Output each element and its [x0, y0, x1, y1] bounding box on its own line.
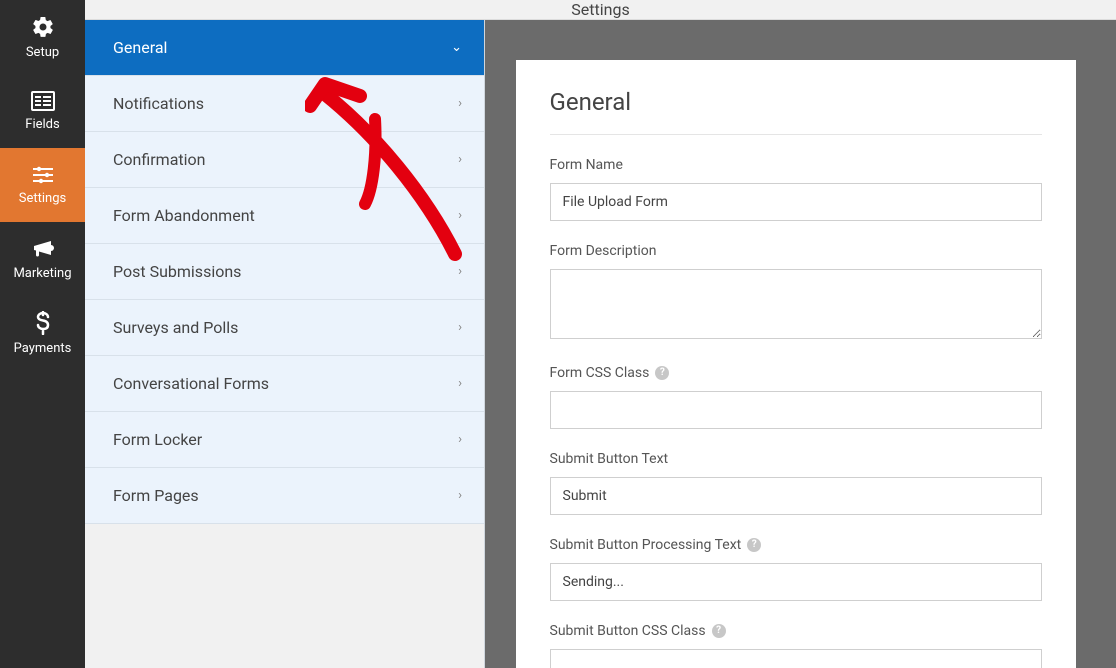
- help-icon[interactable]: ?: [747, 538, 761, 552]
- rail-item-settings[interactable]: Settings: [0, 148, 85, 222]
- submit-css-label: Submit Button CSS Class: [550, 623, 706, 639]
- settings-sidebar: General ⌄ Notifications › Confirmation ›…: [85, 20, 485, 668]
- sidebar-filler: [85, 524, 484, 668]
- form-description-textarea[interactable]: [550, 269, 1042, 339]
- field-form-name: Form Name: [550, 157, 1042, 221]
- bullhorn-icon: [31, 238, 55, 260]
- settings-item-form-pages[interactable]: Form Pages ›: [85, 468, 484, 524]
- rail-item-label: Fields: [25, 117, 59, 132]
- field-form-description: Form Description: [550, 243, 1042, 343]
- rail-item-label: Payments: [14, 341, 72, 356]
- rail-item-marketing[interactable]: Marketing: [0, 222, 85, 296]
- settings-panel: General Form Name Form Description Form …: [516, 60, 1076, 668]
- field-form-css: Form CSS Class ?: [550, 365, 1042, 429]
- submit-text-label: Submit Button Text: [550, 451, 1042, 467]
- submit-css-input[interactable]: [550, 649, 1042, 668]
- chevron-right-icon: ›: [458, 264, 462, 279]
- form-name-label: Form Name: [550, 157, 1042, 173]
- sliders-icon: [31, 165, 55, 185]
- settings-item-surveys[interactable]: Surveys and Polls ›: [85, 300, 484, 356]
- help-icon[interactable]: ?: [712, 624, 726, 638]
- body: General ⌄ Notifications › Confirmation ›…: [85, 20, 1116, 668]
- page-title: Settings: [571, 0, 629, 19]
- settings-item-label: Form Pages: [113, 486, 199, 505]
- field-submit-css: Submit Button CSS Class ?: [550, 623, 1042, 668]
- settings-item-form-locker[interactable]: Form Locker ›: [85, 412, 484, 468]
- settings-item-label: Conversational Forms: [113, 374, 269, 393]
- chevron-down-icon: ⌄: [451, 40, 462, 55]
- left-rail: Setup Fields Settings Marketing Payments: [0, 0, 85, 668]
- settings-item-label: Form Locker: [113, 430, 202, 449]
- settings-item-label: Notifications: [113, 94, 204, 113]
- panel-area: General Form Name Form Description Form …: [485, 20, 1116, 668]
- rail-item-fields[interactable]: Fields: [0, 74, 85, 148]
- chevron-right-icon: ›: [458, 376, 462, 391]
- field-submit-processing: Submit Button Processing Text ?: [550, 537, 1042, 601]
- settings-item-notifications[interactable]: Notifications ›: [85, 76, 484, 132]
- chevron-right-icon: ›: [458, 432, 462, 447]
- settings-item-label: Form Abandonment: [113, 206, 255, 225]
- settings-item-confirmation[interactable]: Confirmation ›: [85, 132, 484, 188]
- settings-item-label: General: [113, 38, 167, 57]
- rail-item-payments[interactable]: Payments: [0, 296, 85, 370]
- settings-item-label: Confirmation: [113, 150, 205, 169]
- rail-item-label: Setup: [26, 45, 59, 60]
- form-css-input[interactable]: [550, 391, 1042, 429]
- chevron-right-icon: ›: [458, 488, 462, 503]
- rail-item-setup[interactable]: Setup: [0, 0, 85, 74]
- chevron-right-icon: ›: [458, 96, 462, 111]
- page-header: Settings: [85, 0, 1116, 20]
- fields-icon: [31, 91, 55, 111]
- dollar-icon: [35, 311, 51, 335]
- rail-item-label: Marketing: [13, 266, 71, 281]
- settings-item-general[interactable]: General ⌄: [85, 20, 484, 76]
- settings-item-conversational[interactable]: Conversational Forms ›: [85, 356, 484, 412]
- panel-title: General: [550, 88, 1042, 135]
- submit-text-input[interactable]: [550, 477, 1042, 515]
- field-submit-text: Submit Button Text: [550, 451, 1042, 515]
- settings-item-label: Surveys and Polls: [113, 318, 238, 337]
- help-icon[interactable]: ?: [655, 366, 669, 380]
- form-desc-label: Form Description: [550, 243, 1042, 259]
- settings-item-abandonment[interactable]: Form Abandonment ›: [85, 188, 484, 244]
- chevron-right-icon: ›: [458, 320, 462, 335]
- chevron-right-icon: ›: [458, 152, 462, 167]
- chevron-right-icon: ›: [458, 208, 462, 223]
- gear-icon: [31, 15, 55, 39]
- form-css-label: Form CSS Class: [550, 365, 650, 381]
- submit-processing-label: Submit Button Processing Text: [550, 537, 742, 553]
- submit-processing-input[interactable]: [550, 563, 1042, 601]
- settings-item-label: Post Submissions: [113, 262, 241, 281]
- app-root: Setup Fields Settings Marketing Payments: [0, 0, 1116, 668]
- form-name-input[interactable]: [550, 183, 1042, 221]
- rail-item-label: Settings: [19, 191, 66, 206]
- settings-item-post-submissions[interactable]: Post Submissions ›: [85, 244, 484, 300]
- main-area: Settings General ⌄ Notifications › Confi…: [85, 0, 1116, 668]
